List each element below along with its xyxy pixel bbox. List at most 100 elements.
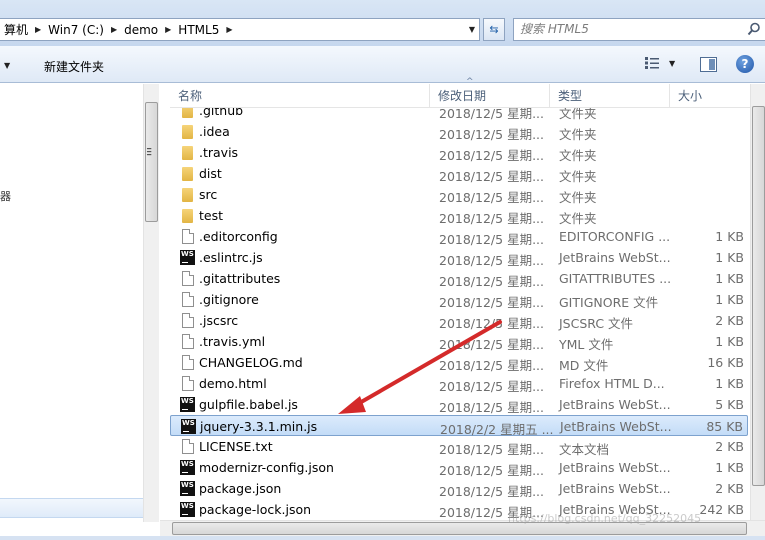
folder-icon — [182, 209, 193, 223]
file-type: 文件夹 — [559, 169, 597, 184]
file-name: LICENSE.txt — [199, 439, 273, 454]
file-icon — [182, 229, 194, 244]
file-name: .editorconfig — [199, 229, 278, 244]
file-row[interactable]: CHANGELOG.md 2018/12/5 星期... MD 文件 16 KB — [170, 352, 748, 373]
help-icon[interactable]: ? — [736, 55, 754, 73]
file-size: 2 KB — [715, 481, 744, 496]
file-row[interactable]: .gitattributes 2018/12/5 星期... GITATTRIBUT… — [170, 268, 748, 289]
column-headers: ^ 名称 修改日期 类型 大小 — [170, 77, 750, 108]
file-row[interactable]: WS gulpfile.babel.js 2018/12/5 星期... JetBra… — [170, 394, 748, 415]
file-name: package.json — [199, 481, 282, 496]
view-dropdown-icon[interactable]: ▼ — [669, 59, 675, 68]
file-icon — [182, 271, 194, 286]
view-options-button[interactable]: ▼ — [645, 57, 675, 69]
new-folder-button[interactable]: 新建文件夹 — [44, 58, 104, 75]
file-type: JetBrains WebSt... — [559, 460, 671, 475]
watermark: https://blog.csdn.net/qq_32252045 — [508, 512, 702, 525]
file-date-modified: 2018/12/5 星期... — [439, 232, 544, 247]
column-header-date[interactable]: 修改日期 — [430, 84, 550, 108]
webstorm-icon: WS — [180, 481, 195, 496]
address-history-dropdown-icon[interactable]: ▼ — [469, 25, 475, 34]
file-name: .eslintrc.js — [199, 250, 263, 265]
file-row[interactable]: .travis 2018/12/5 星期... 文件夹 — [170, 142, 748, 163]
column-header-type[interactable]: 类型 — [550, 84, 670, 108]
file-type: GITIGNORE 文件 — [559, 295, 659, 310]
folder-icon — [182, 167, 193, 181]
webstorm-icon: WS — [180, 250, 195, 265]
file-size: 2 KB — [715, 313, 744, 328]
file-row[interactable]: dist 2018/12/5 星期... 文件夹 — [170, 163, 748, 184]
file-row[interactable]: WS modernizr-config.json 2018/12/5 星期... Je… — [170, 457, 748, 478]
nav-selected-item[interactable] — [0, 498, 143, 518]
file-date-modified: 2018/12/5 星期... — [439, 253, 544, 268]
search-box[interactable] — [513, 18, 765, 41]
file-date-modified: 2018/12/5 星期... — [439, 484, 544, 499]
search-input[interactable] — [520, 22, 740, 36]
status-strip — [0, 536, 765, 540]
file-name: .travis.yml — [199, 334, 266, 349]
file-type: JSCSRC 文件 — [559, 316, 634, 331]
file-row[interactable]: src 2018/12/5 星期... 文件夹 — [170, 184, 748, 205]
file-type: 文件夹 — [559, 211, 597, 226]
file-row[interactable]: .editorconfig 2018/12/5 星期... EDITORCONFIG… — [170, 226, 748, 247]
file-row-selected[interactable]: WS jquery-3.3.1.min.js 2018/2/2 星期五 ... Jet… — [170, 415, 748, 437]
file-row[interactable]: .idea 2018/12/5 星期... 文件夹 — [170, 121, 748, 142]
breadcrumb-drive[interactable]: Win7 (C:) — [44, 23, 108, 37]
breadcrumb-computer[interactable]: 算机 — [0, 21, 32, 38]
file-date-modified: 2018/12/5 星期... — [439, 127, 544, 142]
breadcrumb-separator-icon[interactable]: ▶ — [223, 25, 235, 34]
file-type: 文件夹 — [559, 148, 597, 163]
file-size: 1 KB — [715, 250, 744, 265]
breadcrumb-separator-icon[interactable]: ▶ — [32, 25, 44, 34]
column-header-name[interactable]: 名称 — [170, 84, 430, 108]
file-row[interactable]: demo.html 2018/12/5 星期... Firefox HTML D..… — [170, 373, 748, 394]
file-row[interactable]: WS package.json 2018/12/5 星期... JetBrains W… — [170, 478, 748, 499]
breadcrumb-separator-icon[interactable]: ▶ — [162, 25, 174, 34]
file-type: 文本文档 — [559, 442, 610, 457]
file-icon — [182, 334, 194, 349]
address-bar[interactable]: 算机 ▶ Win7 (C:) ▶ demo ▶ HTML5 ▶ ▼ — [0, 18, 480, 41]
file-list-vertical-scrollbar[interactable] — [750, 84, 765, 522]
breadcrumb-separator-icon[interactable]: ▶ — [108, 25, 120, 34]
file-name: jquery-3.3.1.min.js — [200, 419, 318, 434]
file-type: EDITORCONFIG ... — [559, 229, 671, 244]
vertical-scrollbar-thumb[interactable] — [752, 106, 765, 486]
file-name: .jscsrc — [199, 313, 239, 328]
file-list[interactable]: .github 2018/12/5 星期... 文件夹 .idea 2018/12/5 … — [170, 108, 750, 520]
navigation-scrollbar[interactable]: ━ ━ ━ — [143, 84, 159, 522]
file-date-modified: 2018/12/5 星期... — [439, 358, 544, 373]
organize-dropdown-icon[interactable]: ▼ — [4, 61, 10, 70]
navigation-scrollbar-thumb[interactable] — [145, 102, 158, 222]
file-name: dist — [199, 166, 222, 181]
file-size: 16 KB — [707, 355, 744, 370]
file-date-modified: 2018/12/5 星期... — [439, 379, 544, 394]
breadcrumb-html5[interactable]: HTML5 — [174, 23, 223, 37]
preview-pane-icon[interactable] — [700, 57, 717, 72]
file-size: 1 KB — [715, 376, 744, 391]
breadcrumb-demo[interactable]: demo — [120, 23, 162, 37]
file-name: .github — [199, 108, 244, 118]
file-type: Firefox HTML D... — [559, 376, 665, 391]
scrollbar-grip-icon: ━ ━ ━ — [147, 145, 152, 159]
file-type: JetBrains WebSt... — [559, 397, 671, 412]
search-icon[interactable] — [747, 22, 761, 36]
file-name: gulpfile.babel.js — [199, 397, 298, 412]
file-date-modified: 2018/12/5 星期... — [439, 463, 544, 478]
file-row[interactable]: LICENSE.txt 2018/12/5 星期... 文本文档 2 KB — [170, 436, 748, 457]
file-row[interactable]: .github 2018/12/5 星期... 文件夹 — [170, 108, 748, 121]
nav-item-label[interactable]: 器 — [0, 188, 11, 204]
column-header-size[interactable]: 大小 — [670, 84, 748, 108]
file-row[interactable]: .travis.yml 2018/12/5 星期... YML 文件 1 KB — [170, 331, 748, 352]
navigation-pane[interactable]: 器 — [0, 84, 143, 540]
file-name: .idea — [199, 124, 230, 139]
file-row[interactable]: .gitignore 2018/12/5 星期... GITIGNORE 文件 1 K… — [170, 289, 748, 310]
folder-icon — [182, 125, 193, 139]
file-date-modified: 2018/12/5 星期... — [439, 190, 544, 205]
file-row[interactable]: test 2018/12/5 星期... 文件夹 — [170, 205, 748, 226]
file-size: 1 KB — [715, 271, 744, 286]
file-row[interactable]: WS .eslintrc.js 2018/12/5 星期... JetBrains W… — [170, 247, 748, 268]
file-icon — [182, 376, 194, 391]
refresh-button[interactable]: ⇆ — [483, 18, 505, 41]
file-type: GITATTRIBUTES ... — [559, 271, 672, 286]
file-row[interactable]: .jscsrc 2018/12/5 星期... JSCSRC 文件 2 KB — [170, 310, 748, 331]
